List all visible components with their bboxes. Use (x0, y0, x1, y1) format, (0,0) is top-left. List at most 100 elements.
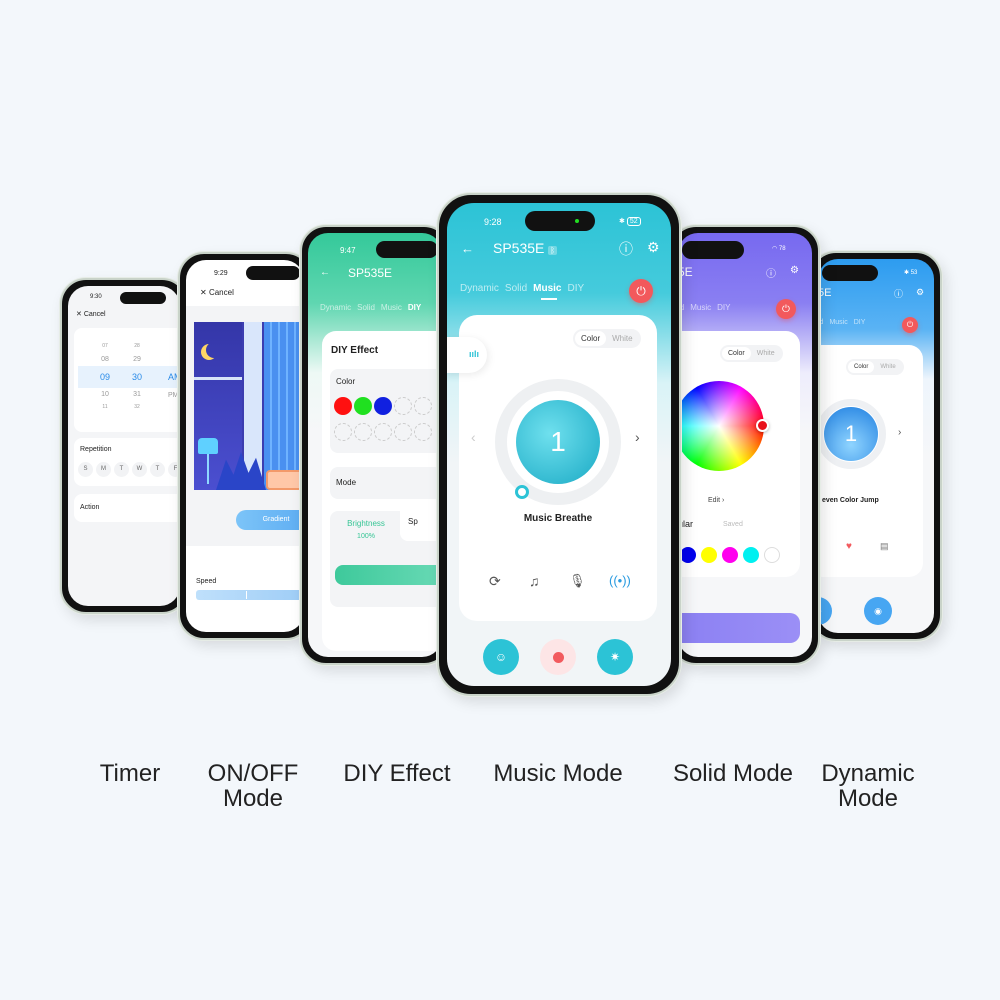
color-swatch[interactable] (743, 547, 759, 563)
color-wheel[interactable] (678, 381, 764, 471)
microphone-icon[interactable]: 🎙︎ (569, 573, 586, 589)
hour-option[interactable]: 08 (100, 353, 110, 366)
status-time: 9:47 (340, 246, 356, 255)
color-swatch[interactable] (764, 547, 780, 563)
help-icon[interactable]: ⓘ (894, 287, 903, 300)
day-toggle[interactable]: W (132, 462, 147, 477)
power-button[interactable]: ⏻ (776, 299, 796, 319)
settings-icon[interactable]: ⚙ (647, 239, 660, 256)
tab-music[interactable]: Music (829, 319, 847, 326)
color-slot[interactable] (374, 397, 392, 415)
empty-color-slot[interactable] (394, 397, 412, 415)
day-toggle[interactable]: T (114, 462, 129, 477)
sensitivity-button[interactable]: ◉ (864, 597, 892, 625)
tab-solid[interactable]: Solid (357, 303, 375, 312)
minute-option[interactable]: 31 (132, 388, 142, 401)
color-option[interactable]: Color (848, 361, 875, 373)
color-white-toggle[interactable]: Color White (573, 329, 641, 348)
tab-music[interactable]: Music (533, 283, 561, 294)
speed-slider[interactable] (196, 590, 304, 600)
minute-selected[interactable]: 30 (132, 366, 142, 388)
speed-tab[interactable]: Sp (408, 517, 418, 526)
brightness-slider[interactable] (335, 565, 442, 585)
empty-color-slot[interactable] (354, 423, 372, 441)
battery-indicator: ◠ 78 (772, 246, 786, 252)
brightness-button[interactable]: ✷ (597, 639, 633, 675)
empty-color-slot[interactable] (414, 397, 432, 415)
settings-icon[interactable]: ⚙ (790, 265, 799, 276)
voice-mode-button[interactable]: ☺ (483, 639, 519, 675)
dial-handle[interactable] (515, 485, 529, 499)
day-toggle[interactable]: T (150, 462, 165, 477)
record-button[interactable] (540, 639, 576, 675)
empty-color-slot[interactable] (414, 423, 432, 441)
heart-icon[interactable]: ♥ (846, 541, 852, 552)
tab-solid[interactable]: Solid (505, 283, 527, 294)
phone-solid: ◠ 78 5E ⓘ ⚙ id Music DIY ⏻ Color White Edit… (670, 225, 820, 665)
color-picker-handle[interactable] (756, 419, 769, 432)
edit-link[interactable]: Edit › (708, 497, 724, 504)
color-swatch[interactable] (701, 547, 717, 563)
day-toggle[interactable]: S (78, 462, 93, 477)
hour-option[interactable]: 11 (100, 401, 110, 414)
back-arrow-icon[interactable]: ← (320, 267, 330, 278)
sound-bars-icon[interactable]: ıılı (447, 337, 487, 373)
empty-color-slot[interactable] (334, 423, 352, 441)
minute-option[interactable]: 28 (132, 340, 142, 353)
back-arrow-icon[interactable]: ← (461, 241, 474, 256)
help-icon[interactable]: ⓘ (766, 265, 776, 280)
color-option[interactable]: Color (575, 331, 607, 346)
tab-dynamic[interactable]: Dynamic (320, 303, 351, 312)
hour-selected[interactable]: 09 (100, 366, 110, 388)
white-option[interactable]: White (874, 361, 901, 373)
empty-color-slot[interactable] (374, 423, 392, 441)
brightness-tab[interactable]: Brightness 100% (338, 517, 394, 543)
power-button[interactable]: ⏻ (629, 279, 653, 303)
next-arrow-icon[interactable]: › (898, 427, 901, 438)
minute-option[interactable]: 32 (132, 401, 142, 414)
hour-option[interactable]: 07 (100, 340, 110, 353)
effect-thumbnail[interactable]: 1 (516, 400, 600, 484)
gradient-button[interactable]: Gradient (236, 510, 304, 530)
time-picker[interactable]: 07 08 09 10 11 28 29 30 31 32 AM PM (74, 328, 180, 432)
help-icon[interactable]: ⓘ (619, 239, 633, 259)
pm-option[interactable]: PM (168, 392, 179, 399)
mode-button[interactable]: ⟲ (818, 597, 832, 625)
tab-diy[interactable]: DIY (717, 303, 730, 312)
day-toggle[interactable]: M (96, 462, 111, 477)
minute-option[interactable]: 29 (132, 353, 142, 366)
color-white-toggle[interactable]: Color White (846, 359, 904, 375)
tab-saved[interactable]: Saved (723, 521, 743, 528)
prev-arrow-icon[interactable]: ‹ (471, 429, 476, 445)
power-button[interactable]: ⏻ (902, 317, 918, 333)
color-slot[interactable] (334, 397, 352, 415)
tab-diy[interactable]: DIY (568, 283, 585, 294)
color-option[interactable]: Color (722, 347, 751, 360)
action-row[interactable]: Action (74, 494, 180, 522)
loop-icon[interactable]: ⟳ (489, 573, 501, 590)
cancel-button[interactable]: ✕ Cancel (76, 310, 106, 318)
tab-dynamic[interactable]: Dynamic (460, 283, 499, 294)
broadcast-icon[interactable]: ((•)) (609, 573, 631, 588)
hour-option[interactable]: 10 (100, 388, 110, 401)
apply-bar[interactable] (678, 613, 800, 643)
white-option[interactable]: White (606, 331, 638, 346)
color-white-toggle[interactable]: Color White (720, 345, 783, 362)
tab-diy[interactable]: DIY (408, 303, 421, 312)
tab-music[interactable]: Music (690, 303, 711, 312)
status-time: 9:29 (214, 270, 228, 277)
tab-diy[interactable]: DIY (854, 319, 866, 326)
empty-color-slot[interactable] (394, 423, 412, 441)
color-slot[interactable] (354, 397, 372, 415)
cancel-button[interactable]: ✕ Cancel (200, 288, 234, 297)
color-swatch[interactable] (680, 547, 696, 563)
effect-thumbnail[interactable]: 1 (824, 407, 878, 461)
tab-music[interactable]: Music (381, 303, 402, 312)
next-arrow-icon[interactable]: › (635, 429, 640, 445)
settings-icon[interactable]: ⚙ (916, 287, 924, 298)
color-swatch[interactable] (722, 547, 738, 563)
mode-row[interactable]: Mode (330, 467, 442, 499)
white-option[interactable]: White (751, 347, 781, 360)
list-edit-icon[interactable]: ▤ (880, 541, 889, 552)
music-note-icon[interactable]: ♫ (529, 573, 540, 589)
